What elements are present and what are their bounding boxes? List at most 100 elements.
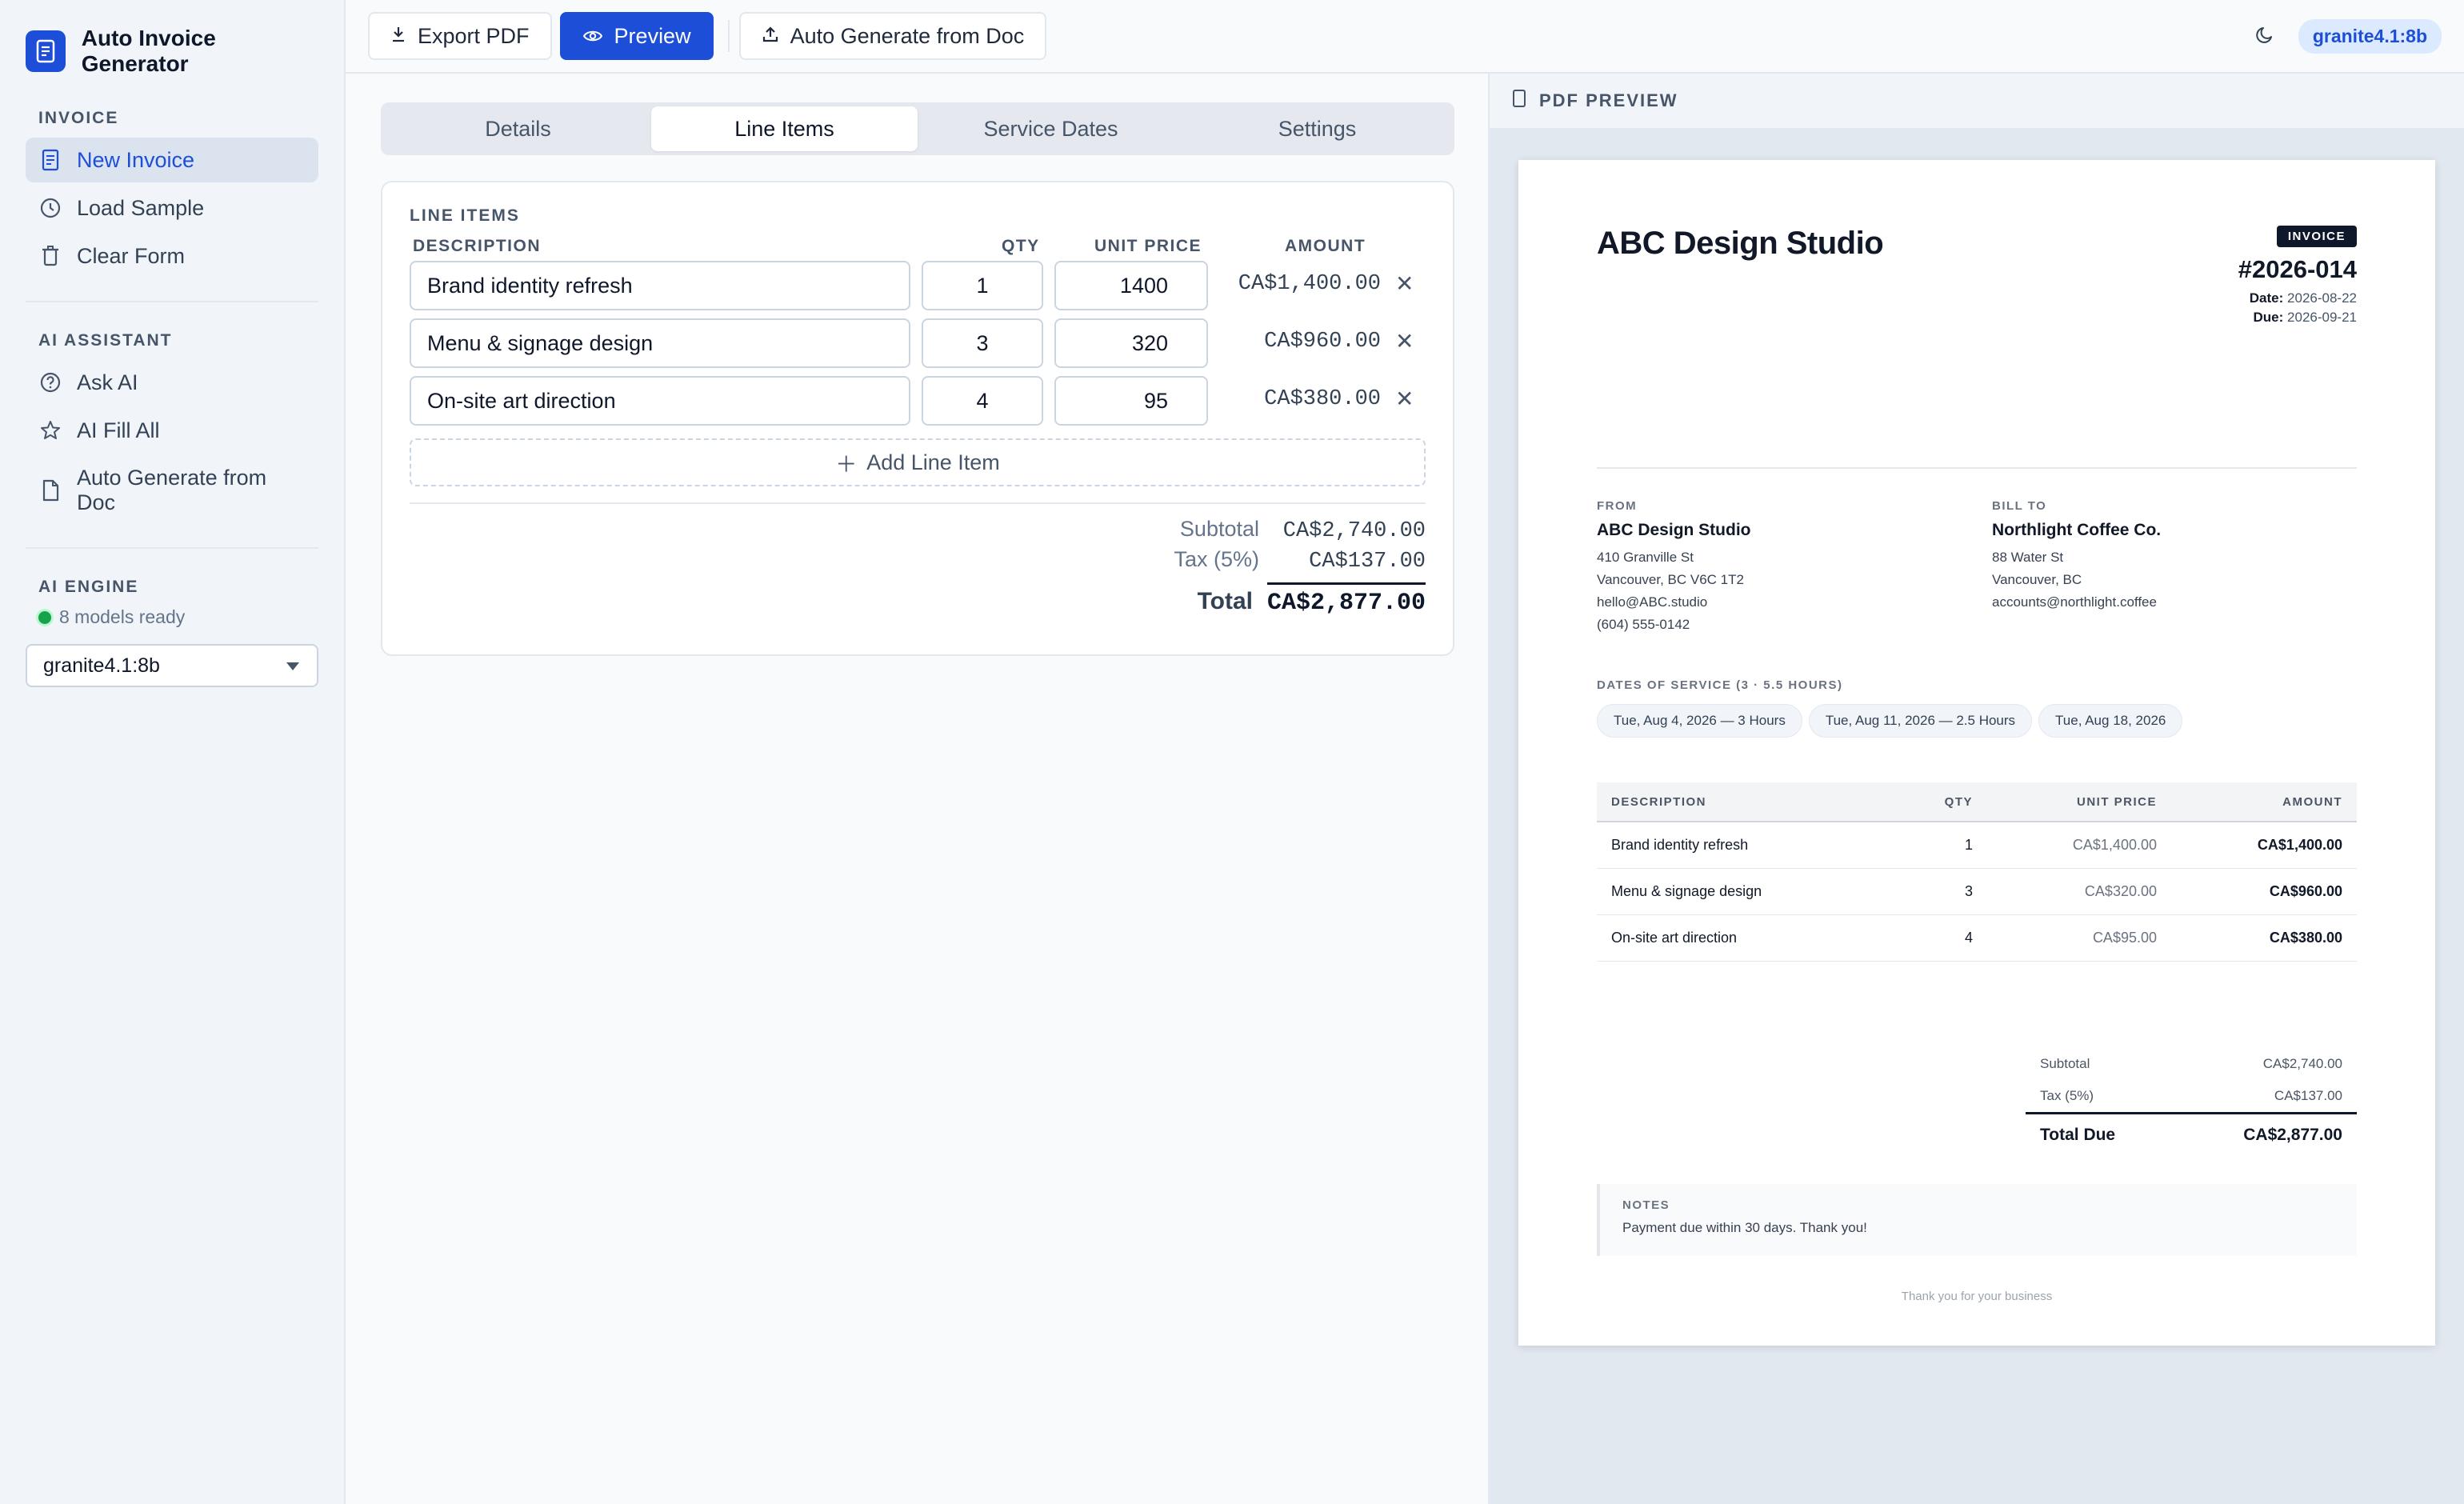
tab-service-dates[interactable]: Service Dates bbox=[918, 106, 1184, 151]
cell-amount: CA$1,400.00 bbox=[2257, 837, 2342, 853]
file-icon bbox=[38, 478, 62, 502]
col-description: DESCRIPTION bbox=[413, 237, 542, 255]
table-row: Brand identity refresh 1 CA$1,400.00 CA$… bbox=[1597, 822, 2357, 869]
pdf-preview-panel: PDF PREVIEW ABC Design Studio INVOICE #2… bbox=[1490, 74, 2464, 1504]
line-items-card: LINE ITEMS DESCRIPTION QTY UNIT PRICE AM… bbox=[381, 181, 1454, 656]
remove-close-icon[interactable]: ✕ bbox=[1395, 386, 1414, 412]
total-value: CA$2,877.00 bbox=[1267, 582, 1426, 617]
subtotal-value: CA$2,740.00 bbox=[2262, 1056, 2342, 1071]
line-item-row: Menu & signage design 3 320 CA$960.00 ✕ bbox=[410, 318, 1426, 376]
from-block: FROM ABC Design Studio 410 Granville St … bbox=[1597, 499, 1751, 636]
address-line: Vancouver, BC V6C 1T2 bbox=[1597, 572, 1744, 587]
sidebar-item-auto-generate[interactable]: Auto Generate from Doc bbox=[26, 456, 318, 525]
tax-label: Tax (5%) bbox=[1174, 547, 1259, 571]
th-qty: QTY bbox=[1944, 794, 1973, 809]
sidebar-item-clear-form[interactable]: Clear Form bbox=[26, 234, 318, 278]
editor-panel: Details Line Items Service Dates Setting… bbox=[346, 74, 1490, 1504]
table-row: Menu & signage design 3 CA$320.00 CA$960… bbox=[1597, 869, 2357, 915]
total-label: Total bbox=[1197, 588, 1253, 614]
toolbar: Export PDF Preview Auto Generate from Do… bbox=[346, 0, 2464, 74]
qty-input[interactable]: 1 bbox=[922, 261, 1043, 310]
page-icon bbox=[1512, 89, 1526, 113]
description-input[interactable]: Brand identity refresh bbox=[410, 261, 910, 310]
status-dot-icon bbox=[38, 610, 51, 624]
sidebar-item-label: New Invoice bbox=[77, 147, 195, 172]
chevron-down-icon bbox=[285, 654, 301, 678]
service-date-chip: Tue, Aug 18, 2026 bbox=[2038, 704, 2183, 738]
tab-line-items[interactable]: Line Items bbox=[651, 106, 918, 151]
document-icon bbox=[38, 148, 62, 172]
cell-qty: 3 bbox=[1964, 883, 1973, 899]
add-line-item-button[interactable]: ＋ Add Line Item bbox=[410, 438, 1426, 486]
tab-settings[interactable]: Settings bbox=[1184, 106, 1450, 151]
remove-close-icon[interactable]: ✕ bbox=[1395, 328, 1414, 354]
sidebar-item-new-invoice[interactable]: New Invoice bbox=[26, 138, 318, 182]
cell-amount: CA$960.00 bbox=[2269, 883, 2342, 899]
company-name: ABC Design Studio bbox=[1597, 226, 1884, 261]
service-dates-label: DATES OF SERVICE (3 · 5.5 HOURS) bbox=[1597, 678, 1843, 692]
auto-generate-label: Auto Generate from Doc bbox=[790, 23, 1025, 48]
star-icon bbox=[38, 418, 62, 442]
model-select[interactable]: granite4.1:8b bbox=[26, 644, 318, 687]
address-line: 410 Granville St bbox=[1597, 550, 1694, 565]
remove-close-icon[interactable]: ✕ bbox=[1395, 270, 1414, 297]
service-date-chips: Tue, Aug 4, 2026 — 3 Hours Tue, Aug 11, … bbox=[1597, 704, 2183, 738]
preview-button[interactable]: Preview bbox=[559, 12, 714, 60]
total-row: Total CA$2,877.00 bbox=[410, 582, 1426, 622]
tax-label: Tax (5%) bbox=[2040, 1088, 2094, 1103]
th-amount: AMOUNT bbox=[2282, 794, 2342, 809]
subtotal-row: Subtotal CA$2,740.00 bbox=[2026, 1048, 2357, 1080]
auto-generate-button[interactable]: Auto Generate from Doc bbox=[738, 12, 1047, 60]
invoice-badge: INVOICE bbox=[2276, 226, 2357, 247]
th-unit-price: UNIT PRICE bbox=[2076, 794, 2157, 809]
due-value: 2026-09-21 bbox=[2287, 310, 2357, 325]
email-line: hello@ABC.studio bbox=[1597, 594, 1708, 610]
subtotal-value: CA$2,740.00 bbox=[1282, 519, 1426, 543]
sidebar-item-label: Ask AI bbox=[77, 370, 138, 394]
export-pdf-label: Export PDF bbox=[418, 23, 530, 48]
line-item-row: Brand identity refresh 1 1400 CA$1,400.0… bbox=[410, 261, 1426, 318]
cell-amount: CA$380.00 bbox=[2269, 930, 2342, 946]
line-amount: CA$960.00 bbox=[1264, 330, 1381, 354]
invoice-document[interactable]: ABC Design Studio INVOICE #2026-014 Date… bbox=[1518, 160, 2435, 1346]
sidebar-item-load-sample[interactable]: Load Sample bbox=[26, 186, 318, 230]
qty-input[interactable]: 4 bbox=[922, 376, 1043, 426]
invoice-dates: Date: 2026-08-22 Due: 2026-09-21 bbox=[2238, 289, 2357, 327]
tab-bar: Details Line Items Service Dates Setting… bbox=[381, 102, 1454, 155]
sidebar-item-ai-fill-all[interactable]: AI Fill All bbox=[26, 408, 318, 453]
table-header: DESCRIPTION QTY UNIT PRICE AMOUNT bbox=[1597, 782, 2357, 822]
unit-price-input[interactable]: 1400 bbox=[1054, 261, 1208, 310]
column-headers: DESCRIPTION QTY UNIT PRICE AMOUNT bbox=[410, 237, 1426, 261]
total-due-value: CA$2,877.00 bbox=[2243, 1125, 2342, 1144]
phone-line: (604) 555-0142 bbox=[1597, 617, 1690, 632]
section-title: LINE ITEMS bbox=[410, 206, 520, 225]
model-badge: granite4.1:8b bbox=[2298, 18, 2442, 54]
bill-to-name: Northlight Coffee Co. bbox=[1992, 521, 2162, 539]
brand: Auto Invoice Generator bbox=[26, 26, 318, 77]
subtotal-row: Subtotal CA$2,740.00 bbox=[410, 517, 1426, 547]
qty-input[interactable]: 3 bbox=[922, 318, 1043, 368]
export-pdf-button[interactable]: Export PDF bbox=[368, 12, 552, 60]
address-line: Vancouver, BC bbox=[1992, 572, 2082, 587]
bill-to-label: BILL TO bbox=[1992, 499, 2047, 513]
unit-price-input[interactable]: 95 bbox=[1054, 376, 1208, 426]
tax-value: CA$137.00 bbox=[2274, 1088, 2342, 1103]
col-unit-price: UNIT PRICE bbox=[1094, 237, 1202, 255]
from-name: ABC Design Studio bbox=[1597, 521, 1751, 539]
divider bbox=[26, 301, 318, 302]
notes-block: NOTES Payment due within 30 days. Thank … bbox=[1597, 1184, 2357, 1256]
moon-icon[interactable] bbox=[2255, 24, 2276, 49]
toolbar-separator bbox=[727, 20, 730, 52]
description-input[interactable]: Menu & signage design bbox=[410, 318, 910, 368]
tab-details[interactable]: Details bbox=[385, 106, 651, 151]
unit-price-input[interactable]: 320 bbox=[1054, 318, 1208, 368]
description-input[interactable]: On-site art direction bbox=[410, 376, 910, 426]
sidebar-item-ask-ai[interactable]: Ask AI bbox=[26, 360, 318, 405]
invoice-number: #2026-014 bbox=[2238, 255, 2357, 283]
clock-icon bbox=[38, 196, 62, 220]
sidebar-item-label: Clear Form bbox=[77, 243, 186, 268]
cell-unit-price: CA$1,400.00 bbox=[2072, 837, 2157, 853]
download-icon bbox=[390, 24, 406, 49]
email-line: accounts@northlight.coffee bbox=[1992, 594, 2157, 610]
eye-icon bbox=[582, 24, 603, 49]
